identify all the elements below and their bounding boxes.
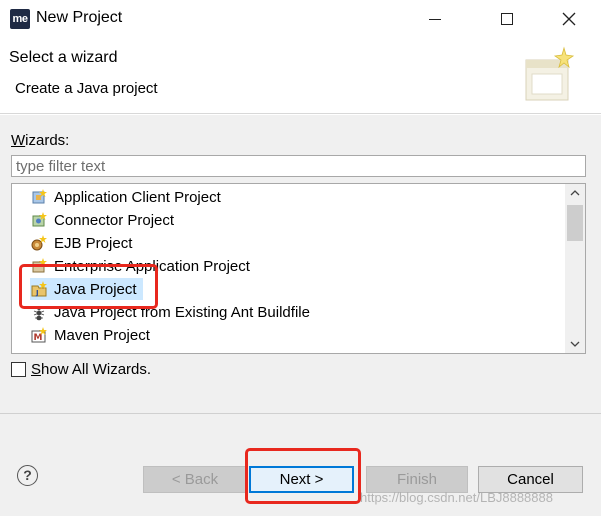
chevron-down-icon: [570, 341, 580, 347]
watermark-text: https://blog.csdn.net/LBJ8888888: [360, 490, 553, 505]
wizard-banner-icon: [525, 46, 574, 101]
cancel-button[interactable]: Cancel: [478, 466, 583, 493]
filter-input[interactable]: [11, 155, 586, 177]
svg-text:M: M: [34, 333, 43, 343]
scroll-up-button[interactable]: [565, 184, 585, 202]
page-title: Select a wizard: [9, 49, 118, 66]
tree-scrollbar[interactable]: [565, 184, 585, 353]
connector-icon: [32, 212, 47, 227]
help-button[interactable]: ?: [17, 465, 38, 486]
close-icon: [562, 12, 576, 26]
back-button[interactable]: < Back: [143, 466, 247, 493]
chevron-up-icon: [570, 190, 580, 196]
tree-item-application-client-project[interactable]: Application Client Project: [30, 186, 227, 208]
ejb-icon: [31, 235, 47, 251]
tree-item-connector-project[interactable]: Connector Project: [30, 209, 180, 231]
maximize-button[interactable]: [484, 0, 530, 38]
maven-icon: M: [31, 327, 47, 343]
finish-button[interactable]: Finish: [366, 466, 468, 493]
scroll-down-button[interactable]: [565, 335, 585, 353]
maximize-icon: [501, 13, 513, 25]
app-client-icon: [32, 189, 47, 204]
wizard-content: Wizards: Application Client Project Conn…: [0, 115, 601, 516]
show-all-wizards-row[interactable]: Show All Wizards.: [11, 361, 151, 378]
minimize-icon: [429, 18, 441, 20]
title-bar: me New Project: [0, 0, 601, 38]
wizard-header: Select a wizard Create a Java project: [0, 38, 601, 114]
tree-item-ejb-project[interactable]: EJB Project: [30, 232, 138, 254]
show-all-wizards-label: Show All Wizards.: [31, 361, 152, 378]
app-logo-icon: me: [10, 9, 30, 29]
close-button[interactable]: [546, 0, 592, 38]
highlight-next-button: [245, 448, 361, 504]
window-title: New Project: [36, 9, 123, 26]
footer-separator: [0, 413, 601, 414]
show-all-wizards-checkbox[interactable]: [11, 362, 26, 377]
tree-item-maven-project[interactable]: M Maven Project: [30, 324, 156, 346]
wizards-label: Wizards:: [11, 132, 70, 149]
minimize-button[interactable]: [412, 0, 458, 38]
scroll-thumb[interactable]: [567, 205, 583, 241]
highlight-java-project: [19, 264, 158, 309]
page-subtitle: Create a Java project: [15, 80, 158, 97]
